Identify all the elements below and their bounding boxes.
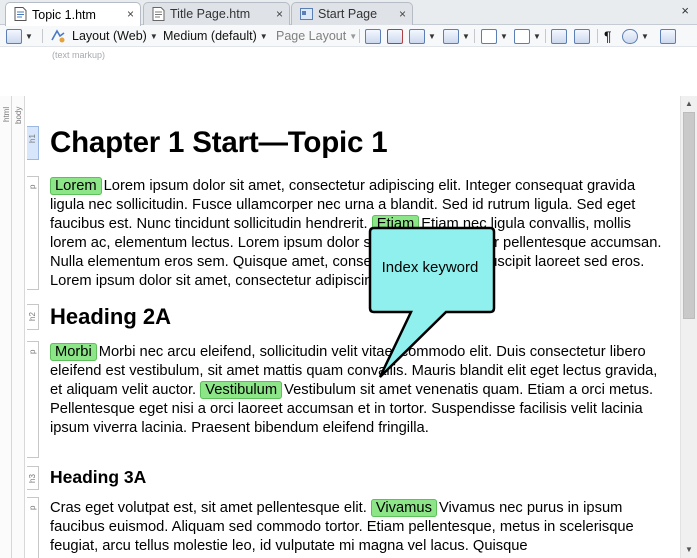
tab-label: Start Page xyxy=(318,7,378,21)
tab-label: Topic 1.htm xyxy=(32,7,96,22)
tag-label: p xyxy=(28,505,37,510)
layout-label: Layout (Web) xyxy=(72,29,147,43)
struct-tag-h3[interactable]: h3 xyxy=(27,466,39,490)
toolbar-separator xyxy=(545,29,546,43)
index-keyword-marker[interactable]: Lorem xyxy=(50,177,102,195)
export-icon xyxy=(660,28,676,44)
chevron-down-icon: ▼ xyxy=(349,31,358,41)
medium-label: Medium (default) xyxy=(163,29,257,43)
show-blocks-button[interactable]: ▼ xyxy=(409,27,436,45)
chevron-down-icon: ▼ xyxy=(462,31,470,41)
paragraph-3[interactable]: Cras eget volutpat est, sit amet pellent… xyxy=(50,499,665,556)
tab-label: Title Page.htm xyxy=(170,7,251,21)
start-page-icon xyxy=(300,8,313,20)
topic-file-icon xyxy=(14,7,27,21)
tab-start-page[interactable]: Start Page × xyxy=(291,2,413,25)
scroll-thumb[interactable] xyxy=(683,112,695,319)
struct-tag-p[interactable]: p xyxy=(27,341,39,458)
paragraph-2[interactable]: Morbi Morbi nec arcu eleifend, sollicitud… xyxy=(50,343,665,438)
export-button[interactable] xyxy=(660,27,676,45)
chevron-down-icon: ▼ xyxy=(641,31,649,41)
close-tab-icon[interactable]: × xyxy=(399,3,406,25)
chevron-down-icon: ▼ xyxy=(533,31,541,41)
html-tag-label: html xyxy=(2,106,11,122)
struct-tag-p[interactable]: p xyxy=(27,176,39,290)
changes-icon xyxy=(387,28,403,44)
toolbar-separator xyxy=(359,29,360,43)
insert-snippet-button[interactable]: ▼ xyxy=(514,27,541,45)
tag-label: h3 xyxy=(28,474,37,483)
medium-dropdown[interactable]: Medium (default) ▼ xyxy=(163,27,268,45)
callout-label: Index keyword xyxy=(381,259,479,276)
view-icon xyxy=(622,28,638,44)
close-all-icon[interactable]: × xyxy=(681,3,689,18)
document-tab-bar: Topic 1.htm × Title Page.htm × Start Pag… xyxy=(0,0,697,26)
tab-topic-1[interactable]: Topic 1.htm × xyxy=(5,2,141,26)
page-layout-label: Page Layout xyxy=(276,29,347,43)
topic-heading-1[interactable]: Chapter 1 Start—Topic 1 xyxy=(50,126,388,160)
toolbar-separator xyxy=(474,29,475,43)
topic-file-icon xyxy=(152,7,165,21)
text-markup-hint: (text markup) xyxy=(52,50,106,60)
scroll-down-arrow-icon[interactable]: ▼ xyxy=(681,542,697,558)
show-tags-button[interactable]: ▼ xyxy=(443,27,470,45)
close-tab-icon[interactable]: × xyxy=(276,3,283,25)
index-keyword-marker[interactable]: Vivamus xyxy=(370,499,437,517)
index-keyword-marker[interactable]: Vestibulum xyxy=(200,381,283,399)
html-structure-bar[interactable]: html xyxy=(0,96,12,558)
insert-variable-button[interactable]: ▼ xyxy=(481,27,508,45)
chevron-down-icon: ▼ xyxy=(259,31,268,41)
tag-label: h1 xyxy=(28,134,37,143)
body-tag-label: body xyxy=(14,106,23,124)
pilcrow-icon: ¶ xyxy=(604,28,612,44)
section-icon xyxy=(551,28,567,44)
chevron-down-icon: ▼ xyxy=(149,31,158,41)
section-button[interactable] xyxy=(551,27,567,45)
heading-2a[interactable]: Heading 2A xyxy=(50,304,171,330)
scroll-up-arrow-icon[interactable]: ▲ xyxy=(681,96,697,112)
heading-3a[interactable]: Heading 3A xyxy=(50,467,146,488)
struct-tag-h1[interactable]: h1 xyxy=(27,126,39,160)
index-keyword-marker[interactable]: Morbi xyxy=(50,343,97,361)
conditions-button[interactable] xyxy=(574,27,590,45)
markup-icon xyxy=(365,28,381,44)
editor-toolbar: ▼ Layout (Web) ▼ Medium (default) ▼ Page… xyxy=(0,25,697,47)
tab-title-page[interactable]: Title Page.htm × xyxy=(143,2,290,25)
chevron-down-icon: ▼ xyxy=(500,31,508,41)
tags-icon xyxy=(443,28,459,44)
toggle-markup-button[interactable] xyxy=(365,27,381,45)
view-options-button[interactable]: ▼ xyxy=(622,27,649,45)
zoom-icon xyxy=(6,28,22,44)
tag-label: p xyxy=(28,349,37,354)
blocks-icon xyxy=(409,28,425,44)
chevron-down-icon: ▼ xyxy=(428,31,436,41)
index-keyword-marker[interactable]: Etiam xyxy=(371,215,420,233)
toolbar-separator xyxy=(42,29,43,43)
struct-tag-h2[interactable]: h2 xyxy=(27,304,39,330)
layout-dropdown[interactable]: Layout (Web) ▼ xyxy=(50,27,158,45)
paragraph-text: Cras eget volutpat est, sit amet pellent… xyxy=(50,500,367,516)
paragraph-1[interactable]: Lorem Lorem ipsum dolor sit amet, consect… xyxy=(50,177,665,291)
body-structure-bar[interactable]: body xyxy=(12,96,25,558)
conditions-icon xyxy=(574,28,590,44)
snippet-icon xyxy=(514,28,530,44)
toolbar-separator xyxy=(597,29,598,43)
close-tab-icon[interactable]: × xyxy=(127,3,134,25)
show-formatting-button[interactable]: ¶ xyxy=(604,27,612,45)
tag-label: h2 xyxy=(28,312,37,321)
eye-layout-icon xyxy=(51,29,65,43)
struct-tag-p[interactable]: p xyxy=(27,497,39,558)
chevron-down-icon: ▼ xyxy=(25,31,33,41)
show-changes-button[interactable] xyxy=(387,27,403,45)
variable-icon xyxy=(481,28,497,44)
vertical-scrollbar[interactable]: ▲ ▼ xyxy=(680,96,697,558)
page-layout-dropdown[interactable]: Page Layout ▼ xyxy=(276,27,357,45)
zoom-button[interactable]: ▼ xyxy=(6,27,33,45)
tag-label: p xyxy=(28,184,37,189)
